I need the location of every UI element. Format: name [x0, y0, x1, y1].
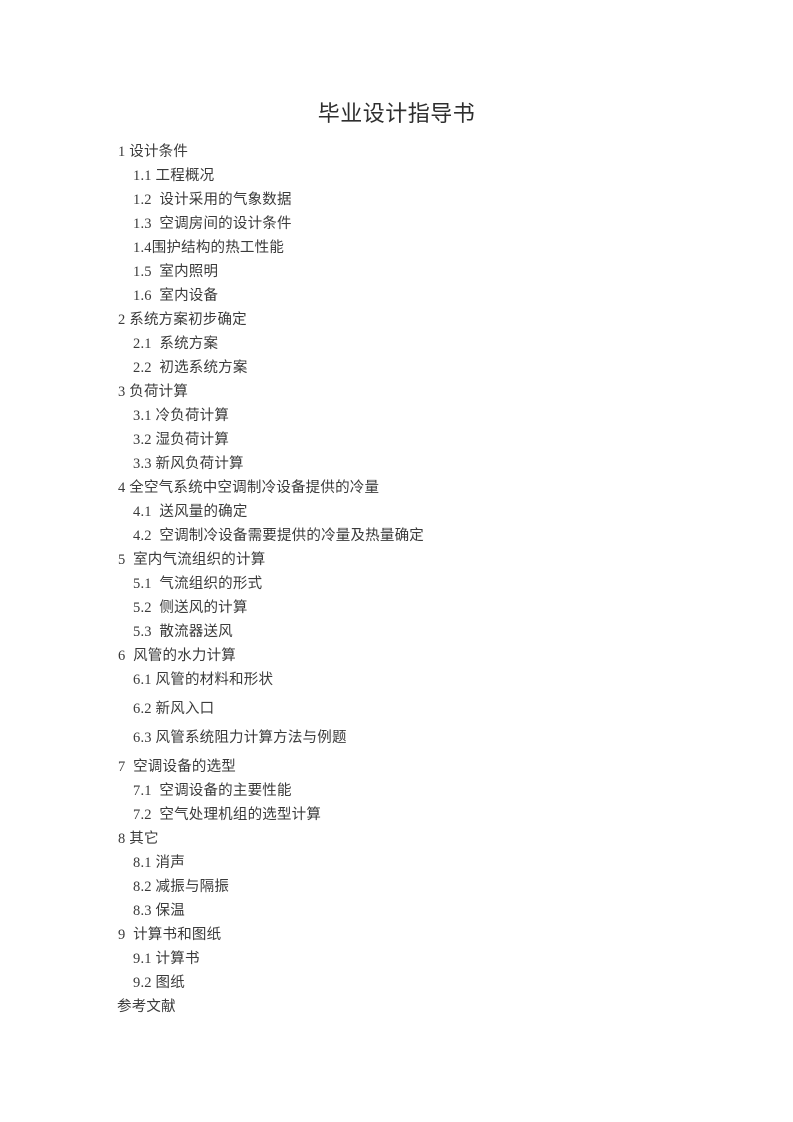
toc-entry[interactable]: 参考文献: [0, 995, 793, 1019]
toc-entry[interactable]: 6.1 风管的材料和形状: [0, 668, 793, 692]
toc-entry[interactable]: 1.2 设计采用的气象数据: [0, 188, 793, 212]
document-page: 毕业设计指导书 1 设计条件 1.1 工程概况 1.2 设计采用的气象数据 1.3 空…: [0, 0, 793, 1122]
toc-entry[interactable]: 9.1 计算书: [0, 947, 793, 971]
toc-entry[interactable]: 6.3 风管系统阻力计算方法与例题: [0, 726, 793, 750]
toc-entry[interactable]: 1.1 工程概况: [0, 164, 793, 188]
toc-entry[interactable]: 4.2 空调制冷设备需要提供的冷量及热量确定: [0, 524, 793, 548]
toc-entry[interactable]: 7 空调设备的选型: [0, 755, 793, 779]
toc-entry[interactable]: 3 负荷计算: [0, 380, 793, 404]
toc-entry[interactable]: 9 计算书和图纸: [0, 923, 793, 947]
toc-entry[interactable]: 4 全空气系统中空调制冷设备提供的冷量: [0, 476, 793, 500]
toc-entry[interactable]: 1 设计条件: [0, 140, 793, 164]
toc-entry[interactable]: 9.2 图纸: [0, 971, 793, 995]
toc-entry[interactable]: 8.3 保温: [0, 899, 793, 923]
toc-entry[interactable]: 3.1 冷负荷计算: [0, 404, 793, 428]
toc-entry[interactable]: 5.2 侧送风的计算: [0, 596, 793, 620]
toc-entry[interactable]: 1.3 空调房间的设计条件: [0, 212, 793, 236]
toc-entry[interactable]: 1.5 室内照明: [0, 260, 793, 284]
toc-entry[interactable]: 1.4围护结构的热工性能: [0, 236, 793, 260]
toc-entry[interactable]: 5 室内气流组织的计算: [0, 548, 793, 572]
toc-entry[interactable]: 5.1 气流组织的形式: [0, 572, 793, 596]
toc-entry[interactable]: 4.1 送风量的确定: [0, 500, 793, 524]
toc-entry[interactable]: 2.2 初选系统方案: [0, 356, 793, 380]
toc-entry[interactable]: 2.1 系统方案: [0, 332, 793, 356]
toc-entry[interactable]: 8.1 消声: [0, 851, 793, 875]
toc-entry[interactable]: 7.2 空气处理机组的选型计算: [0, 803, 793, 827]
page-title: 毕业设计指导书: [317, 101, 476, 126]
toc-entry[interactable]: 6.2 新风入口: [0, 697, 793, 721]
toc-entry[interactable]: 8 其它: [0, 827, 793, 851]
table-of-contents: 1 设计条件 1.1 工程概况 1.2 设计采用的气象数据 1.3 空调房间的设计条件…: [0, 140, 793, 1019]
toc-entry[interactable]: 7.1 空调设备的主要性能: [0, 779, 793, 803]
toc-entry[interactable]: 6 风管的水力计算: [0, 644, 793, 668]
toc-entry[interactable]: 2 系统方案初步确定: [0, 308, 793, 332]
toc-entry[interactable]: 8.2 减振与隔振: [0, 875, 793, 899]
toc-entry[interactable]: 1.6 室内设备: [0, 284, 793, 308]
toc-entry[interactable]: 5.3 散流器送风: [0, 620, 793, 644]
toc-entry[interactable]: 3.2 湿负荷计算: [0, 428, 793, 452]
toc-entry[interactable]: 3.3 新风负荷计算: [0, 452, 793, 476]
